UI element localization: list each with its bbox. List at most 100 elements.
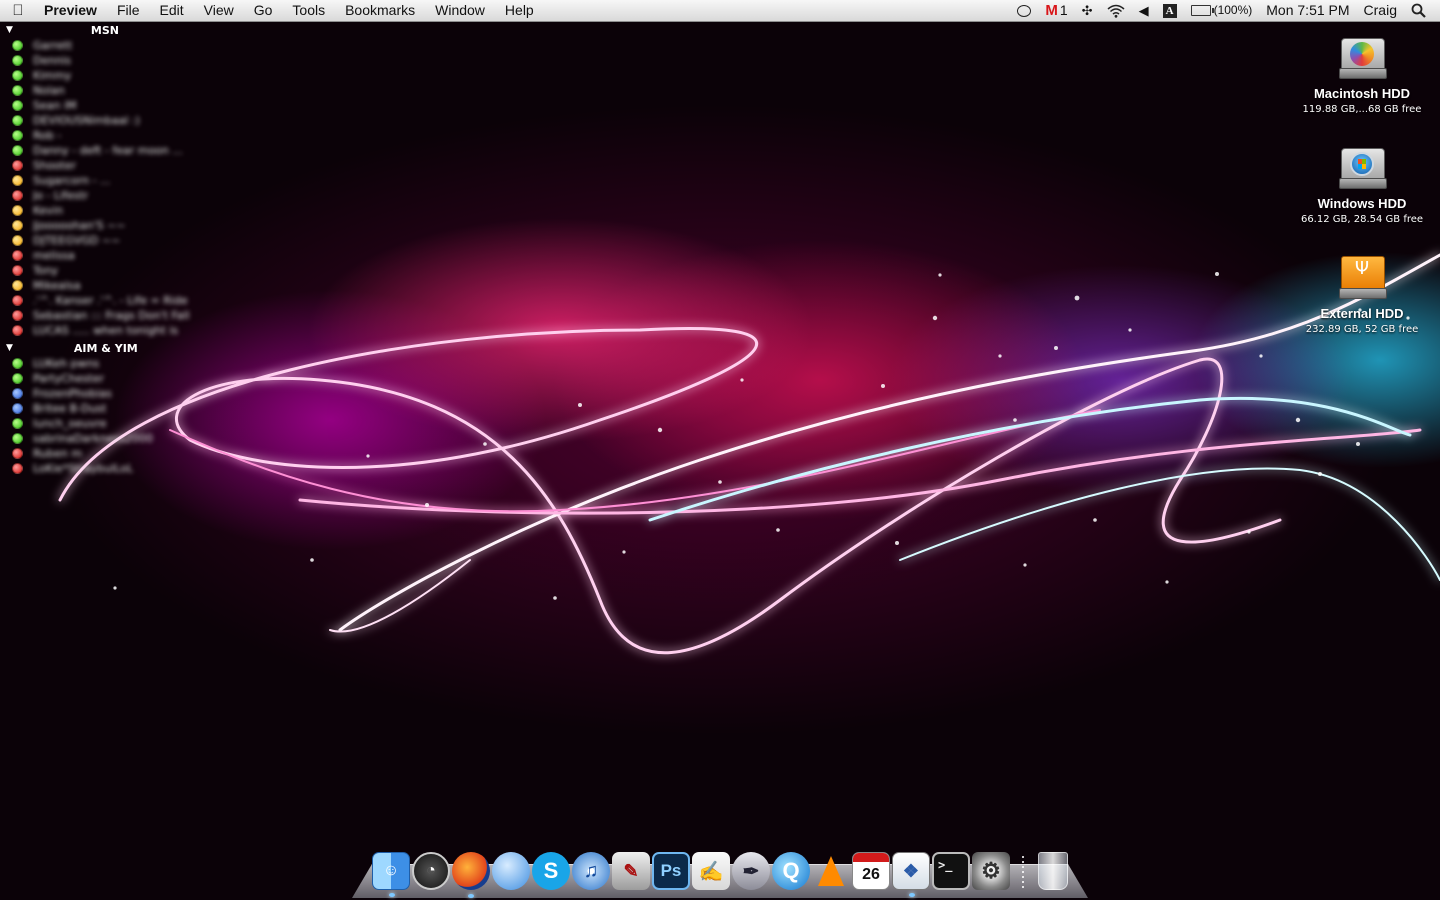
menu-app-preview[interactable]: Preview	[36, 0, 107, 21]
contact-row[interactable]: Britee B-Dust	[12, 401, 206, 416]
contact-row[interactable]: Dennis	[12, 53, 206, 68]
contact-row[interactable]: Shooter	[12, 158, 206, 173]
skype-icon[interactable]: S	[532, 852, 570, 890]
contact-name: sabrinaDarkness2000	[33, 432, 154, 445]
volume-icon[interactable]: ◀	[1132, 0, 1156, 21]
contact-row[interactable]: DEVIOUSNimbaal :)	[12, 113, 206, 128]
desktop-drive-macintosh-hdd[interactable]: Macintosh HDD 119.88 GB,...68 GB free	[1287, 32, 1437, 115]
status-busy-icon	[12, 265, 23, 276]
contact-group-header[interactable]: ▼ MSN	[6, 22, 206, 38]
contact-name: DEVIOUSNimbaal :)	[33, 114, 140, 127]
input-menu-icon[interactable]: A	[1156, 3, 1184, 18]
contact-row[interactable]: sabrinaDarkness2000	[12, 431, 206, 446]
terminal-icon[interactable]: >_	[932, 852, 970, 890]
wallpaper-light-streaks	[58, 253, 1440, 655]
desktop-drive-windows-hdd[interactable]: Windows HDD 66.12 GB, 28.54 GB free	[1287, 142, 1437, 225]
contact-row[interactable]: PartyChester	[12, 371, 206, 386]
menu-file[interactable]: File	[107, 0, 150, 21]
contact-row[interactable]: FrozenPhobias	[12, 386, 206, 401]
user-menu[interactable]: Craig	[1357, 0, 1404, 21]
bluetooth-icon[interactable]: ✣	[1075, 0, 1100, 21]
status-away-icon	[12, 175, 23, 186]
spotlight-icon[interactable]	[1404, 3, 1440, 18]
drive-info: 119.88 GB,...68 GB free	[1302, 104, 1422, 115]
disclosure-triangle-icon[interactable]: ▼	[6, 343, 13, 353]
contact-row[interactable]: Tony	[12, 263, 206, 278]
status-mobile-icon	[12, 388, 23, 399]
contact-row[interactable]: melissa	[12, 248, 206, 263]
menu-help[interactable]: Help	[495, 0, 544, 21]
menu-clock[interactable]: Mon 7:51 PM	[1259, 0, 1356, 21]
finder-icon[interactable]: ☺	[372, 852, 410, 897]
vlc-icon[interactable]	[812, 852, 850, 890]
menu-view[interactable]: View	[194, 0, 244, 21]
status-online-icon	[12, 145, 23, 156]
contact-row[interactable]: Garrett	[12, 38, 206, 53]
status-busy-icon	[12, 160, 23, 171]
chat-bubble-icon[interactable]	[1010, 4, 1038, 17]
script-editor-icon[interactable]: ✎	[612, 852, 650, 890]
contact-row[interactable]: LUCAS ..... when tonight is	[12, 323, 206, 338]
firefox-icon[interactable]	[452, 852, 490, 898]
contact-name: LUCAS ..... when tonight is	[33, 324, 179, 337]
ichat-icon[interactable]	[492, 852, 530, 890]
contact-name: Nolan	[33, 84, 65, 97]
menu-go[interactable]: Go	[244, 0, 283, 21]
contact-name: LoKie*StraybulLoL	[33, 462, 134, 475]
contact-group-header[interactable]: ▼ AIM & YIM	[6, 340, 206, 356]
dashboard-icon[interactable]: ◔	[412, 852, 450, 890]
pen-tool-icon[interactable]: ✒	[732, 852, 770, 890]
photoshop-icon[interactable]: Ps	[652, 852, 690, 890]
contact-row[interactable]: LoKie*StraybulLoL	[12, 461, 206, 476]
contact-name: Mikealsa	[33, 279, 81, 292]
gmail-notifier[interactable]: M 1	[1038, 0, 1074, 21]
status-away-icon	[12, 235, 23, 246]
menu-window[interactable]: Window	[425, 0, 495, 21]
quicktime-icon[interactable]: Q	[772, 852, 810, 890]
disclosure-triangle-icon[interactable]: ▼	[6, 25, 13, 35]
contact-row[interactable]: Sean iM	[12, 98, 206, 113]
status-busy-icon	[12, 190, 23, 201]
contact-row[interactable]: Sugarcorn - ...	[12, 173, 206, 188]
contact-name: Kevin	[33, 204, 63, 217]
menu-tools[interactable]: Tools	[282, 0, 335, 21]
contact-row[interactable]: Rob -	[12, 128, 206, 143]
contact-row[interactable]: Jo - Lifestr	[12, 188, 206, 203]
battery-status[interactable]: (100%)	[1184, 0, 1260, 21]
status-busy-icon	[12, 463, 23, 474]
ical-icon[interactable]: 26	[852, 852, 890, 890]
menu-edit[interactable]: Edit	[150, 0, 194, 21]
contact-row[interactable]: Danny - deft - fear moon ...	[12, 143, 206, 158]
contact-name: .'^. Kanser .'^. - Life = Ride	[33, 294, 188, 307]
contact-row[interactable]: Jjooooohan'S ~~	[12, 218, 206, 233]
contact-row[interactable]: Sebastian ::: Frags Don't Fall	[12, 308, 206, 323]
contact-row[interactable]: .'^. Kanser .'^. - Life = Ride	[12, 293, 206, 308]
textedit-icon[interactable]: ✍	[692, 852, 730, 890]
apple-icon[interactable]: 	[0, 2, 36, 19]
drive-info: 66.12 GB, 28.54 GB free	[1300, 214, 1424, 225]
trash-icon[interactable]	[1038, 852, 1068, 890]
contact-row[interactable]: Nolan	[12, 83, 206, 98]
status-online-icon	[12, 100, 23, 111]
menu-bookmarks[interactable]: Bookmarks	[335, 0, 425, 21]
status-online-icon	[12, 40, 23, 51]
system-preferences-icon[interactable]: ⚙	[972, 852, 1010, 890]
wifi-icon[interactable]	[1100, 4, 1132, 18]
desktop-drive-external-hdd[interactable]: Ψ External HDD 232.89 GB, 52 GB free	[1287, 252, 1437, 335]
status-busy-icon	[12, 250, 23, 261]
contact-name: DJTEEGVGD ~~	[33, 234, 121, 247]
contact-name: Jjooooohan'S ~~	[33, 219, 126, 232]
contact-name: Britee B-Dust	[33, 402, 107, 415]
contact-row[interactable]: LUKeh pwns	[12, 356, 206, 371]
itunes-icon[interactable]: ♫	[572, 852, 610, 890]
preview-icon[interactable]: ❖	[892, 852, 930, 897]
status-online-icon	[12, 55, 23, 66]
contact-row[interactable]: Kevin	[12, 203, 206, 218]
contact-row[interactable]: Kimmy	[12, 68, 206, 83]
status-busy-icon	[12, 295, 23, 306]
contact-row[interactable]: Ruben m	[12, 446, 206, 461]
status-online-icon	[12, 130, 23, 141]
contact-row[interactable]: DJTEEGVGD ~~	[12, 233, 206, 248]
contact-row[interactable]: Mikealsa	[12, 278, 206, 293]
contact-row[interactable]: lunch_oeuvre	[12, 416, 206, 431]
